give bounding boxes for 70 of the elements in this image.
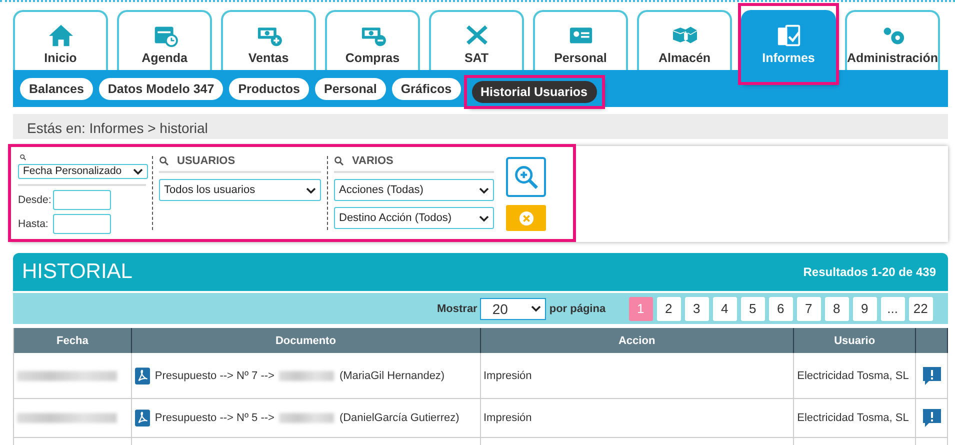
page-button[interactable]: 9 — [852, 296, 877, 320]
results-count: Resultados 1-20 de 439 — [803, 265, 936, 279]
page-button[interactable]: 7 — [796, 296, 821, 320]
main-tab[interactable]: Inicio — [13, 10, 108, 70]
main-tab[interactable]: Compras — [325, 10, 420, 70]
submenu-tab[interactable]: Personal — [315, 78, 386, 100]
comment-alert-icon[interactable] — [922, 408, 942, 428]
filter-select[interactable]: Acciones (Todas) — [334, 179, 494, 201]
chevron-icon — [479, 186, 489, 194]
comment-alert-icon[interactable] — [922, 366, 942, 386]
main-tab[interactable]: Agenda — [117, 10, 212, 70]
show-label: Mostrar — [437, 302, 478, 314]
breadcrumb: Estás en: Informes > historial — [13, 114, 948, 139]
close-circle-icon — [518, 210, 534, 226]
per-page-select[interactable]: 20 — [480, 298, 546, 320]
chevron-icon — [306, 186, 316, 194]
chevron-icon — [479, 214, 489, 222]
page-button[interactable]: 8 — [824, 296, 849, 320]
page-button[interactable]: 3 — [684, 296, 709, 320]
redacted-name — [279, 413, 334, 423]
action-cell: Impresión — [480, 353, 794, 398]
page-button[interactable]: 4 — [712, 296, 737, 320]
column-header: Fecha — [14, 328, 132, 353]
column-header: Accion — [480, 328, 794, 353]
search-button[interactable] — [506, 157, 546, 197]
pdf-icon — [134, 409, 150, 427]
date-select[interactable]: Fecha Personalizado — [18, 164, 148, 179]
page-button[interactable]: 5 — [740, 296, 765, 320]
submenu-tab[interactable]: Productos — [229, 78, 309, 100]
document-prefix: Presupuesto --> Nº 7 --> — [154, 370, 274, 382]
action-cell: Impresión — [480, 399, 794, 437]
page-button[interactable]: 2 — [656, 296, 681, 320]
pdf-icon — [134, 366, 150, 384]
document-prefix: Presupuesto --> Nº 5 --> — [154, 412, 274, 424]
submenu-tab[interactable]: Historial Usuarios — [472, 80, 597, 102]
chevron-icon — [133, 168, 143, 175]
zoom-in-icon — [513, 164, 539, 190]
page-button[interactable]: 22 — [908, 296, 933, 320]
user-cell: Electricidad Tosma, SL — [794, 399, 916, 437]
redacted-name — [279, 370, 334, 380]
to-label: Hasta: — [18, 218, 48, 230]
filter-select[interactable]: Destino Acción (Todos) — [334, 207, 494, 229]
users-heading: USUARIOS — [177, 155, 236, 167]
page-button[interactable]: ... — [880, 296, 905, 320]
user-cell: Electricidad Tosma, SL — [794, 353, 916, 398]
misc-heading: VARIOS — [352, 155, 394, 167]
submenu-tab[interactable]: Datos Modelo 347 — [98, 78, 224, 100]
search-icon — [159, 156, 169, 166]
document-suffix: (DanielGarcía Gutierrez) — [339, 412, 460, 424]
history-title: HISTORIAL — [22, 260, 132, 284]
main-tab[interactable]: Ventas — [221, 10, 316, 70]
document-suffix: (MariaGil Hernandez) — [339, 370, 445, 382]
main-tab[interactable]: Almacén — [637, 10, 732, 70]
search-icon — [334, 156, 344, 166]
column-header: Usuario — [794, 328, 916, 353]
chevron-icon — [531, 305, 542, 312]
to-date-field[interactable] — [53, 214, 111, 234]
from-label: Desde: — [18, 194, 48, 206]
main-tab[interactable]: SAT — [429, 10, 524, 70]
search-icon — [18, 154, 28, 161]
from-date-field[interactable] — [53, 190, 111, 210]
main-tab[interactable]: Administración — [845, 10, 940, 70]
submenu-tab[interactable]: Balances — [20, 78, 93, 100]
per-page-label: por página — [549, 302, 606, 314]
submenu-tab[interactable]: Gráficos — [392, 78, 461, 100]
clear-button[interactable] — [506, 205, 546, 231]
users-select[interactable]: Todos los usuarios — [159, 179, 321, 201]
page-button[interactable]: 6 — [768, 296, 793, 320]
main-tab[interactable]: Personal — [533, 10, 628, 70]
column-header: Documento — [132, 328, 480, 353]
